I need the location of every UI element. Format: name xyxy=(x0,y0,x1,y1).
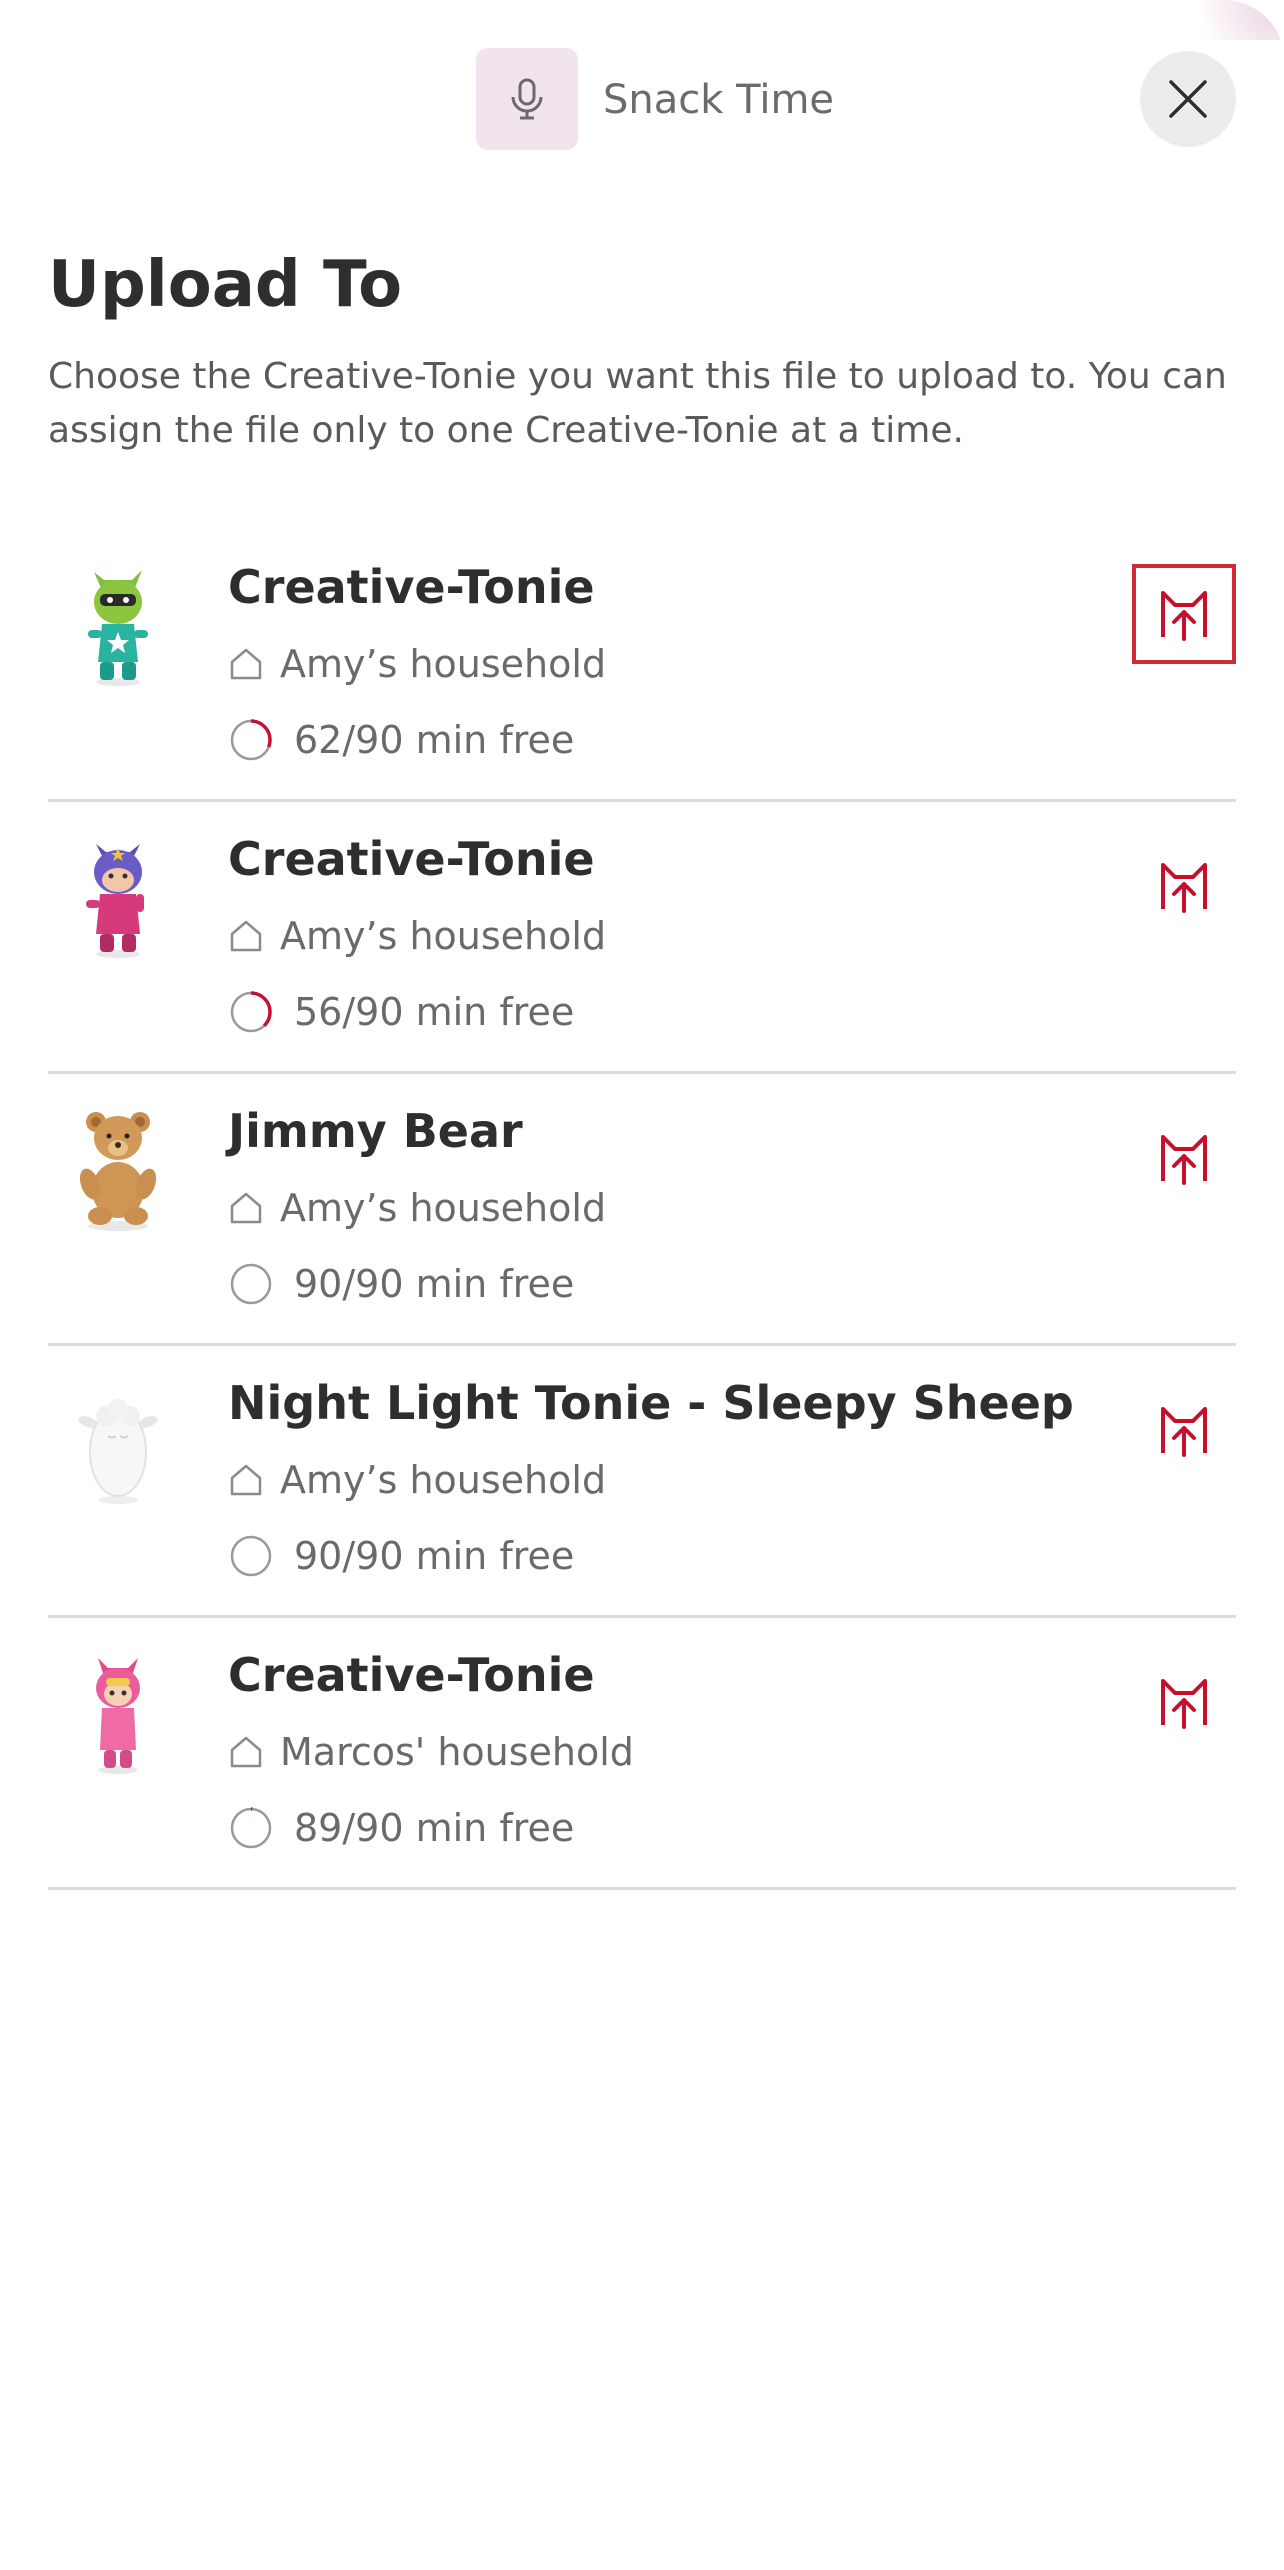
tonie-name: Creative-Tonie xyxy=(228,832,595,886)
household-icon xyxy=(230,920,262,952)
upload-to-tonie-button[interactable] xyxy=(1132,1652,1236,1752)
capacity-ring-icon xyxy=(230,1535,272,1577)
tonie-household: Amy’s household xyxy=(228,638,606,690)
upload-tonie-icon xyxy=(1161,1135,1207,1185)
tonie-figure-image xyxy=(96,1658,140,1774)
tonie-name: Jimmy Bear xyxy=(228,1104,523,1158)
household-label: Marcos' household xyxy=(280,1730,634,1774)
tonie-household: Amy’s household xyxy=(228,1454,606,1506)
close-icon xyxy=(1169,80,1207,118)
household-icon xyxy=(230,648,262,680)
capacity-label: 56/90 min free xyxy=(294,990,575,1034)
tonie-household: Amy’s household xyxy=(228,910,606,962)
tonie-capacity: 90/90 min free xyxy=(228,1258,574,1310)
tonie-figure-image xyxy=(88,570,148,686)
microphone-icon xyxy=(511,78,543,120)
household-icon xyxy=(230,1464,262,1496)
tonie-list-item[interactable]: Creative-Tonie Marcos' household 89/90 m… xyxy=(48,1618,1236,1890)
tonie-list-item[interactable]: Jimmy Bear Amy’s household 90/90 min fre… xyxy=(48,1074,1236,1346)
upload-to-tonie-button[interactable] xyxy=(1132,1380,1236,1480)
close-button[interactable] xyxy=(1140,51,1236,147)
tonie-list-item[interactable]: Creative-Tonie Amy’s household 62/90 min… xyxy=(48,530,1236,802)
tonie-household: Marcos' household xyxy=(228,1726,634,1778)
tonie-capacity: 90/90 min free xyxy=(228,1530,574,1582)
upload-tonie-icon xyxy=(1161,863,1207,913)
upload-sheet: Snack Time Upload To Choose the Creative… xyxy=(0,0,1284,2570)
household-label: Amy’s household xyxy=(280,642,607,686)
capacity-ring-icon xyxy=(230,1263,272,1305)
household-label: Amy’s household xyxy=(280,1458,607,1502)
household-icon xyxy=(230,1736,262,1768)
household-label: Amy’s household xyxy=(280,1186,607,1230)
tonie-capacity: 56/90 min free xyxy=(228,986,574,1038)
tonie-capacity: 89/90 min free xyxy=(228,1802,574,1854)
sheet-header: Snack Time xyxy=(0,0,1284,200)
tonie-household: Amy’s household xyxy=(228,1182,606,1234)
capacity-ring-icon xyxy=(230,991,272,1033)
capacity-label: 90/90 min free xyxy=(294,1262,575,1306)
upload-to-tonie-button[interactable] xyxy=(1132,836,1236,936)
upload-tonie-icon xyxy=(1161,1407,1207,1457)
household-icon xyxy=(230,1192,262,1224)
upload-tonie-icon xyxy=(1161,591,1207,641)
household-label: Amy’s household xyxy=(280,914,607,958)
capacity-ring-icon xyxy=(230,719,272,761)
upload-tonie-icon xyxy=(1161,1679,1207,1729)
capacity-label: 90/90 min free xyxy=(294,1534,575,1578)
tonie-figure-image xyxy=(78,1399,158,1504)
tonie-list-item[interactable]: Creative-Tonie Amy’s household 56/90 min… xyxy=(48,802,1236,1074)
capacity-ring-icon xyxy=(230,1807,272,1849)
upload-to-tonie-button[interactable] xyxy=(1132,1108,1236,1208)
tonie-name: Creative-Tonie xyxy=(228,560,595,614)
capacity-label: 62/90 min free xyxy=(294,718,575,762)
microphone-tile xyxy=(476,48,578,150)
file-name: Snack Time xyxy=(603,77,835,123)
page-description: Choose the Creative-Tonie you want this … xyxy=(48,356,1227,451)
page-title: Upload To xyxy=(48,248,403,322)
tonie-name: Creative-Tonie xyxy=(228,1648,595,1702)
upload-to-tonie-button[interactable] xyxy=(1132,564,1236,664)
tonie-list: Creative-Tonie Amy’s household 62/90 min… xyxy=(48,530,1236,1890)
tonie-figure-image xyxy=(86,844,144,958)
tonie-figure-image xyxy=(79,1112,157,1231)
tonie-capacity: 62/90 min free xyxy=(228,714,574,766)
tonie-name: Night Light Tonie - Sleepy Sheep xyxy=(228,1376,1074,1430)
capacity-label: 89/90 min free xyxy=(294,1806,575,1850)
tonie-list-item[interactable]: Night Light Tonie - Sleepy Sheep Amy’s h… xyxy=(48,1346,1236,1618)
